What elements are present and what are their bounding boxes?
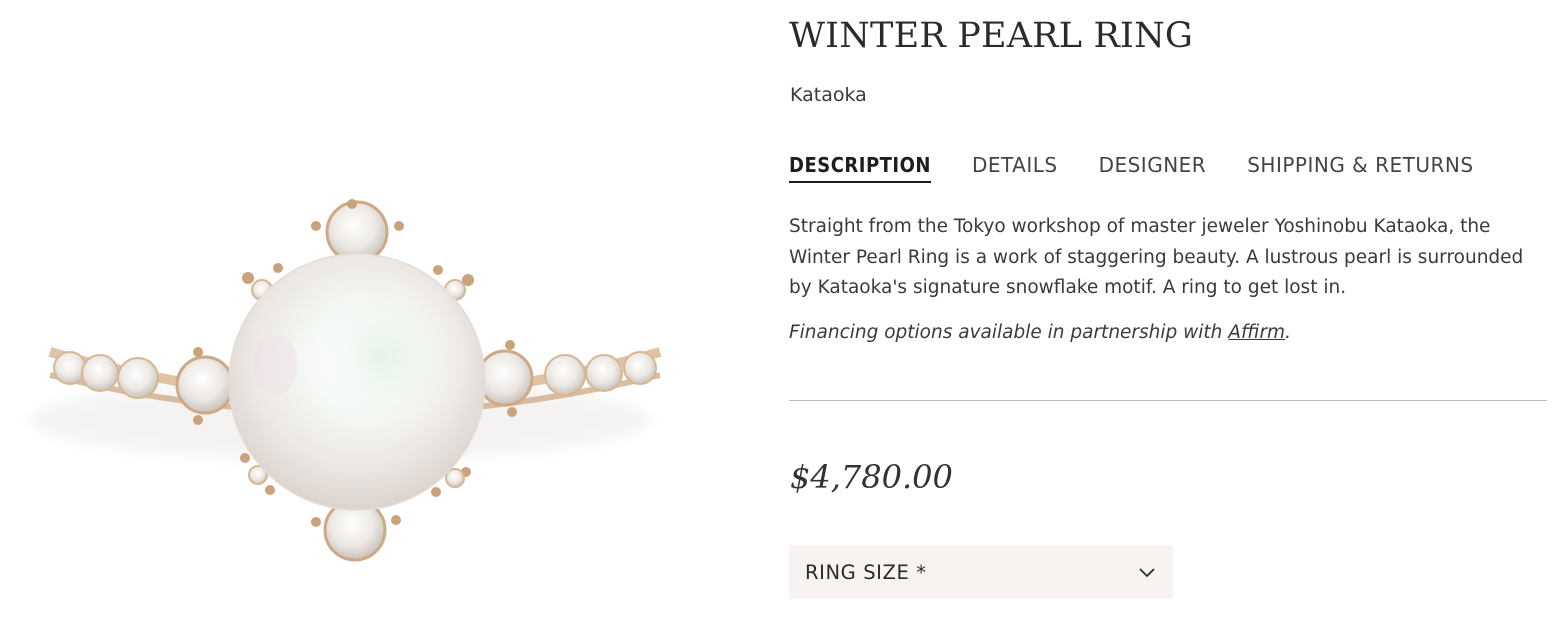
product-price: $4,780.00 (790, 458, 953, 496)
financing-note: Financing options available in partnersh… (789, 322, 1291, 343)
affirm-link[interactable]: Affirm (1228, 322, 1285, 343)
tab-shipping-returns[interactable]: SHIPPING & RETURNS (1247, 152, 1473, 183)
financing-suffix: . (1285, 322, 1291, 343)
tab-details[interactable]: DETAILS (972, 152, 1058, 183)
product-page: WINTER PEARL RING Kataoka DESCRIPTION DE… (0, 0, 1553, 620)
product-image (0, 0, 720, 620)
ring-size-select[interactable]: RING SIZE * (789, 545, 1173, 599)
ring-illustration (30, 199, 662, 562)
product-tabs: DESCRIPTION DETAILS DESIGNER SHIPPING & … (789, 152, 1515, 186)
chevron-down-icon (1139, 568, 1155, 578)
divider (789, 400, 1547, 401)
product-description: Straight from the Tokyo workshop of mast… (789, 216, 1524, 298)
ring-size-label: RING SIZE * (805, 560, 927, 584)
product-title: WINTER PEARL RING (789, 16, 1194, 56)
financing-text: Financing options available in partnersh… (789, 322, 1229, 343)
product-details: WINTER PEARL RING Kataoka DESCRIPTION DE… (789, 0, 1549, 620)
tab-description[interactable]: DESCRIPTION (789, 152, 931, 183)
designer-name: Kataoka (790, 84, 867, 106)
tab-designer[interactable]: DESIGNER (1099, 152, 1207, 183)
